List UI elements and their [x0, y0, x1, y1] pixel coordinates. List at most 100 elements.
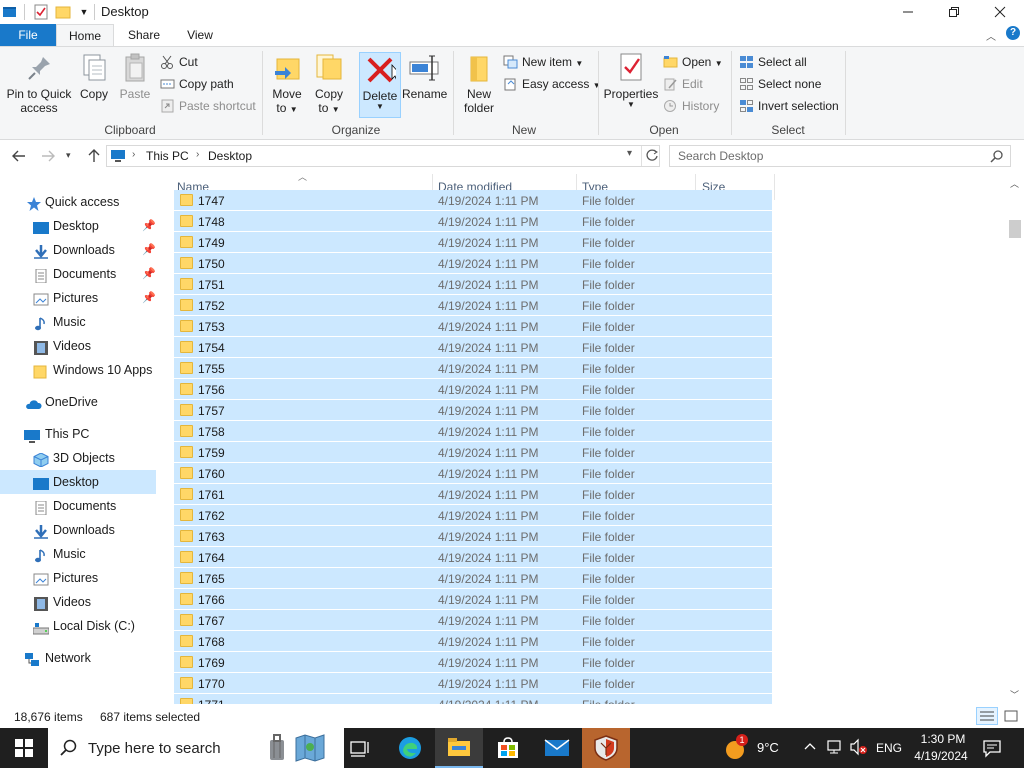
help-icon[interactable]: ? — [1006, 26, 1020, 40]
mail-taskbar-button[interactable] — [533, 728, 581, 768]
table-row[interactable]: 1748 4/19/2024 1:11 PM File folder — [174, 211, 772, 232]
table-row[interactable]: 17714/19/2024 1:11 PMFile folder — [174, 694, 772, 704]
scroll-up-icon[interactable]: ︿ — [1010, 177, 1019, 190]
notifications-icon[interactable] — [982, 738, 1002, 761]
edge-taskbar-button[interactable] — [386, 728, 434, 768]
column-divider[interactable] — [774, 174, 775, 200]
maximize-button[interactable] — [931, 0, 977, 24]
task-view-button[interactable] — [336, 728, 384, 768]
table-row[interactable]: 1757 4/19/2024 1:11 PM File folder — [174, 400, 772, 421]
table-row[interactable]: 1759 4/19/2024 1:11 PM File folder — [174, 442, 772, 463]
new-item-button[interactable]: New item ▼ — [503, 52, 583, 72]
table-row[interactable]: 1767 4/19/2024 1:11 PM File folder — [174, 610, 772, 631]
select-all-button[interactable]: Select all — [739, 52, 807, 72]
minimize-button[interactable] — [885, 0, 931, 24]
table-row[interactable]: 1747 4/19/2024 1:11 PM File folder — [174, 190, 772, 211]
nav-pc-documents[interactable]: Documents — [0, 494, 156, 518]
table-row[interactable]: 1764 4/19/2024 1:11 PM File folder — [174, 547, 772, 568]
forward-arrow-icon[interactable] — [40, 148, 56, 167]
move-to-button[interactable]: Move to ▼ — [268, 51, 306, 115]
up-arrow-icon[interactable] — [86, 148, 102, 167]
refresh-icon[interactable] — [645, 148, 659, 165]
table-row[interactable]: 1763 4/19/2024 1:11 PM File folder — [174, 526, 772, 547]
table-row[interactable]: 1751 4/19/2024 1:11 PM File folder — [174, 274, 772, 295]
nav-quick-desktop[interactable]: Desktop 📌 — [0, 214, 156, 238]
table-row[interactable]: 1750 4/19/2024 1:11 PM File folder — [174, 253, 772, 274]
paste-shortcut-button[interactable]: Paste shortcut — [160, 96, 256, 116]
cut-button[interactable]: Cut — [160, 52, 198, 72]
easy-access-button[interactable]: Easy access ▼ — [503, 74, 601, 94]
tab-view[interactable]: View — [178, 24, 222, 46]
nav-quick-downloads[interactable]: Downloads 📌 — [0, 238, 156, 262]
open-button[interactable]: Open ▼ — [663, 52, 723, 72]
select-none-button[interactable]: Select none — [739, 74, 821, 94]
table-row[interactable]: 1756 4/19/2024 1:11 PM File folder — [174, 379, 772, 400]
show-hidden-icons-icon[interactable] — [802, 738, 818, 757]
table-row[interactable]: 1761 4/19/2024 1:11 PM File folder — [174, 484, 772, 505]
minimize-ribbon-icon[interactable]: ︿ — [986, 28, 996, 43]
table-row[interactable]: 1753 4/19/2024 1:11 PM File folder — [174, 316, 772, 337]
table-row[interactable]: 1752 4/19/2024 1:11 PM File folder — [174, 295, 772, 316]
tab-share[interactable]: Share — [122, 24, 166, 46]
store-taskbar-button[interactable] — [484, 728, 532, 768]
table-row[interactable]: 1762 4/19/2024 1:11 PM File folder — [174, 505, 772, 526]
tab-file[interactable]: File — [0, 24, 56, 46]
search-box[interactable]: Search Desktop — [669, 145, 1011, 167]
large-icons-view-button[interactable] — [1002, 708, 1020, 727]
table-row[interactable]: 1769 4/19/2024 1:11 PM File folder — [174, 652, 772, 673]
nav-pc-videos[interactable]: Videos — [0, 590, 156, 614]
clock-time[interactable]: 1:30 PM — [913, 732, 973, 746]
nav-quick-documents[interactable]: Documents 📌 — [0, 262, 156, 286]
vertical-scrollbar[interactable]: ︿ ﹀ — [1007, 172, 1024, 704]
copy-to-button[interactable]: Copy to ▼ — [310, 51, 348, 115]
nav-quick-windows-10-apps[interactable]: Windows 10 Apps — [0, 358, 156, 382]
nav-quick-pictures[interactable]: Pictures 📌 — [0, 286, 156, 310]
scroll-down-icon[interactable]: ﹀ — [1010, 688, 1019, 701]
table-row[interactable]: 1754 4/19/2024 1:11 PM File folder — [174, 337, 772, 358]
scrollbar-thumb[interactable] — [1009, 220, 1021, 238]
history-button[interactable]: History — [663, 96, 719, 116]
nav-pc-3d-objects[interactable]: 3D Objects — [0, 446, 156, 470]
nav-this-pc[interactable]: This PC — [0, 422, 156, 446]
tab-home[interactable]: Home — [56, 24, 114, 46]
address-bar[interactable]: › This PC › Desktop ▾ — [106, 145, 660, 167]
rename-button[interactable]: Rename — [402, 51, 447, 101]
nav-quick-music[interactable]: Music — [0, 310, 156, 334]
table-row[interactable]: 1770 4/19/2024 1:11 PM File folder — [174, 673, 772, 694]
volume-muted-icon[interactable] — [849, 738, 869, 759]
new-folder-quick-icon[interactable] — [55, 4, 71, 20]
properties-button[interactable]: Properties ▼ — [603, 51, 659, 109]
network-status-icon[interactable] — [826, 738, 844, 759]
file-explorer-taskbar-button[interactable] — [435, 728, 483, 768]
invert-selection-button[interactable]: Invert selection — [739, 96, 839, 116]
table-row[interactable]: 1749 4/19/2024 1:11 PM File folder — [174, 232, 772, 253]
address-dropdown-icon[interactable]: ▾ — [627, 148, 632, 159]
nav-pc-music[interactable]: Music — [0, 542, 156, 566]
nav-quick-videos[interactable]: Videos — [0, 334, 156, 358]
paste-button[interactable]: Paste — [117, 51, 153, 101]
back-arrow-icon[interactable] — [11, 148, 27, 167]
nav-pc-local-disk[interactable]: Local Disk (C:) — [0, 614, 156, 638]
table-row[interactable]: 1766 4/19/2024 1:11 PM File folder — [174, 589, 772, 610]
clock-date[interactable]: 4/19/2024 — [909, 749, 973, 763]
security-app-taskbar-button[interactable] — [582, 728, 630, 768]
properties-quick-icon[interactable] — [33, 4, 49, 20]
table-row[interactable]: 1760 4/19/2024 1:11 PM File folder — [174, 463, 772, 484]
nav-onedrive[interactable]: OneDrive — [0, 390, 156, 414]
nav-pc-pictures[interactable]: Pictures — [0, 566, 156, 590]
recent-locations-icon[interactable]: ▾ — [66, 150, 71, 161]
table-row[interactable]: 1765 4/19/2024 1:11 PM File folder — [174, 568, 772, 589]
nav-pc-downloads[interactable]: Downloads — [0, 518, 156, 542]
table-row[interactable]: 1755 4/19/2024 1:11 PM File folder — [174, 358, 772, 379]
start-button[interactable] — [0, 728, 48, 768]
table-row[interactable]: 1768 4/19/2024 1:11 PM File folder — [174, 631, 772, 652]
weather-widget[interactable]: 1 — [724, 734, 752, 760]
breadcrumb-desktop[interactable]: Desktop — [208, 149, 252, 163]
delete-button[interactable]: Delete ▼ — [359, 52, 402, 118]
language-indicator[interactable]: ENG — [876, 741, 902, 755]
nav-quick-access[interactable]: Quick access — [0, 190, 156, 214]
close-button[interactable] — [977, 0, 1023, 24]
table-row[interactable]: 1758 4/19/2024 1:11 PM File folder — [174, 421, 772, 442]
copy-path-button[interactable]: Copy path — [160, 74, 234, 94]
details-view-button[interactable] — [976, 707, 998, 725]
